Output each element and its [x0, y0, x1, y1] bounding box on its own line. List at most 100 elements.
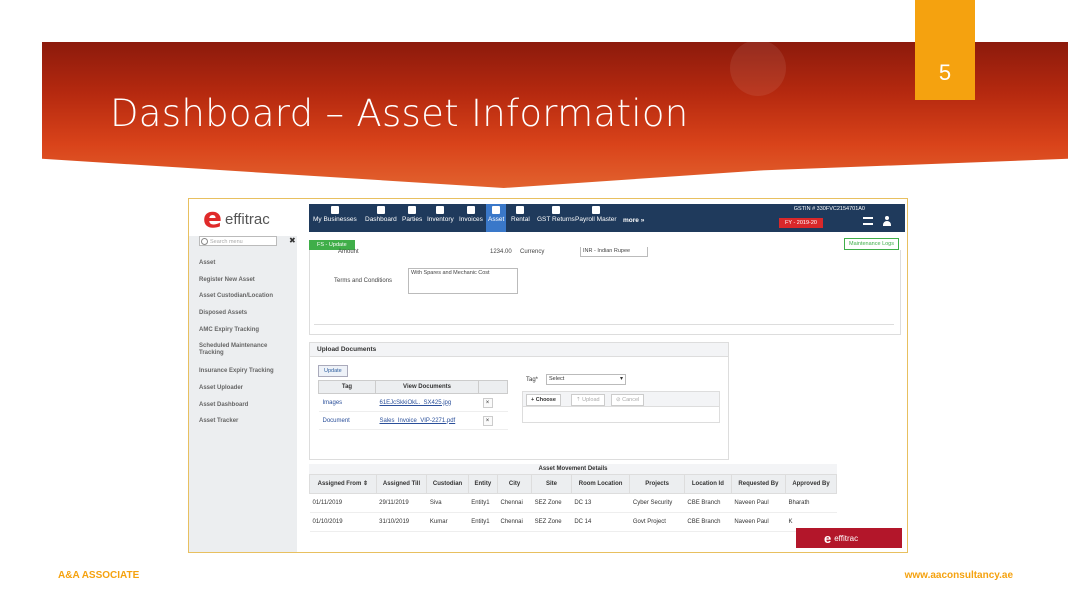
cell: Entity1 — [468, 493, 498, 513]
main-nav: My Businesses Dashboard Parties Inventor… — [309, 204, 905, 232]
nav-payroll-master[interactable]: Payroll Master — [575, 206, 617, 223]
cell: 31/10/2019 — [376, 512, 427, 532]
search-icon — [201, 238, 208, 245]
file-upload-widget: + Choose ⇡ Upload ⊘ Cancel — [522, 391, 720, 423]
cell: Cyber Security — [629, 493, 685, 513]
logo-mark: e — [203, 201, 222, 234]
cell: CBE Branch — [684, 512, 732, 532]
cell: Naveen Paul — [731, 512, 786, 532]
col-approved-by: Approved By — [784, 474, 838, 494]
app-topbar: e effitrac My Businesses Dashboard Parti… — [189, 199, 907, 236]
logo-text: effitrac — [225, 211, 270, 228]
cell: Kumar — [426, 512, 469, 532]
briefcase-icon — [330, 206, 339, 214]
col-projects: Projects — [629, 474, 685, 494]
sidebar-item-amc-expiry[interactable]: AMC Expiry Tracking — [199, 327, 259, 334]
cell: 01/11/2019 — [309, 493, 377, 513]
cancel-button[interactable]: ⊘ Cancel — [611, 394, 645, 406]
sidebar-item-disposed-assets[interactable]: Disposed Assets — [199, 310, 247, 317]
cell: Chennai — [497, 493, 532, 513]
col-site: Site — [531, 474, 572, 494]
documents-table: Tag View Documents Images 61EJcSkkiOkL._… — [318, 380, 508, 430]
sidebar-item-scheduled-maintenance[interactable]: Scheduled Maintenance Tracking — [199, 343, 283, 357]
page-number-badge: 5 — [915, 0, 975, 100]
sidebar-item-asset-dashboard[interactable]: Asset Dashboard — [199, 402, 248, 409]
nav-more[interactable]: more » — [623, 217, 644, 224]
upload-documents-panel: Upload Documents Update Tag View Documen… — [309, 342, 729, 460]
gstin-label: GSTIN # 330FVC2154701A0 — [793, 206, 865, 212]
document-icon — [466, 206, 475, 214]
banner-decoration — [730, 40, 786, 96]
col-entity: Entity — [467, 474, 499, 494]
search-input[interactable]: Search menu — [199, 236, 277, 246]
gst-icon — [551, 206, 560, 214]
chart-icon — [492, 206, 501, 214]
amount-value[interactable]: 1234.00 — [490, 249, 512, 255]
currency-select[interactable]: INR - Indian Rupee — [580, 247, 648, 257]
col-custodian: Custodian — [426, 474, 469, 494]
delete-icon[interactable]: × — [482, 397, 493, 408]
doc-link[interactable]: 61EJcSkkiOkL._SX425.jpg — [375, 393, 479, 412]
doc-tag: Images — [318, 393, 376, 412]
cell: DC 13 — [571, 493, 630, 513]
logo-mark: e — [824, 530, 832, 546]
sidebar-item-asset-tracker[interactable]: Asset Tracker — [199, 418, 238, 425]
chart-icon — [516, 206, 525, 214]
app-logo[interactable]: e effitrac — [203, 201, 270, 234]
nav-asset[interactable]: Asset — [486, 204, 507, 232]
cell: Naveen Paul — [731, 493, 786, 513]
tag-label: Tag* — [526, 377, 539, 383]
cell: SEZ Zone — [531, 512, 572, 532]
close-icon[interactable]: ✖ — [289, 236, 296, 245]
nav-parties[interactable]: Parties — [402, 206, 422, 223]
col-assigned-from[interactable]: Assigned From ⇕ — [309, 474, 377, 494]
delete-icon[interactable]: × — [482, 415, 493, 426]
nav-rental[interactable]: Rental — [511, 206, 530, 223]
sidebar-item-register-new-asset[interactable]: Register New Asset — [199, 277, 255, 284]
asset-form-panel: Amount 1234.00 Currency INR - Indian Rup… — [309, 247, 901, 335]
footer-website[interactable]: www.aaconsultancy.ae — [905, 570, 1013, 581]
table-row: Images 61EJcSkkiOkL._SX425.jpg × — [318, 393, 508, 412]
col-requested-by: Requested By — [730, 474, 786, 494]
terms-textarea[interactable]: With Spares and Mechanic Cost — [408, 268, 518, 294]
cell: DC 14 — [571, 512, 630, 532]
doc-link[interactable]: Sales_Invoice_VIP-2271.pdf — [375, 411, 479, 430]
doc-tag: Document — [318, 411, 376, 430]
nav-inventory[interactable]: Inventory — [427, 206, 454, 223]
upload-documents-title: Upload Documents — [310, 343, 728, 357]
user-icon[interactable] — [883, 216, 891, 226]
col-actions — [478, 380, 508, 394]
sidebar-item-asset-custodian[interactable]: Asset Custodian/Location — [199, 293, 273, 300]
sidebar-item-asset[interactable]: Asset — [199, 260, 215, 267]
col-location-id: Location Id — [683, 474, 732, 494]
tag-select-value: Select — [549, 376, 565, 382]
col-assigned-till: Assigned Till — [375, 474, 428, 494]
users-icon — [408, 206, 417, 214]
maintenance-logs-button[interactable]: Maintenance Logs — [844, 238, 899, 250]
nav-dashboard[interactable]: Dashboard — [365, 206, 397, 223]
col-city: City — [496, 474, 533, 494]
table-row: 01/10/2019 31/10/2019 Kumar Entity1 Chen… — [309, 512, 837, 532]
asset-movement-table: Asset Movement Details Assigned From ⇕ A… — [309, 464, 838, 532]
currency-label: Currency — [520, 249, 545, 255]
cell: SEZ Zone — [531, 493, 572, 513]
cell: Govt Project — [629, 512, 685, 532]
choose-button[interactable]: + Choose — [526, 394, 561, 406]
update-button[interactable]: Update — [318, 365, 348, 377]
tag-select[interactable]: Select ▾ — [546, 374, 626, 385]
terms-label: Terms and Conditions — [334, 278, 393, 284]
main-content: FS - Update Maintenance Logs Amount 1234… — [301, 236, 907, 552]
chart-icon — [436, 206, 445, 214]
upload-button[interactable]: ⇡ Upload — [571, 394, 605, 406]
col-view-documents: View Documents — [375, 380, 479, 394]
nav-invoices[interactable]: Invoices — [459, 206, 483, 223]
sidebar: Search menu ✖ Asset Register New Asset A… — [189, 236, 297, 552]
sidebar-item-asset-uploader[interactable]: Asset Uploader — [199, 385, 243, 392]
sidebar-item-insurance-expiry[interactable]: Insurance Expiry Tracking — [199, 368, 274, 375]
nav-gst-returns[interactable]: GST Returns — [537, 206, 575, 223]
fy-badge[interactable]: FY - 2019-20 — [778, 218, 823, 228]
menu-icon[interactable] — [863, 217, 873, 225]
nav-my-businesses[interactable]: My Businesses — [313, 206, 357, 223]
asset-movement-title: Asset Movement Details — [309, 464, 837, 474]
cell: 01/10/2019 — [309, 512, 377, 532]
